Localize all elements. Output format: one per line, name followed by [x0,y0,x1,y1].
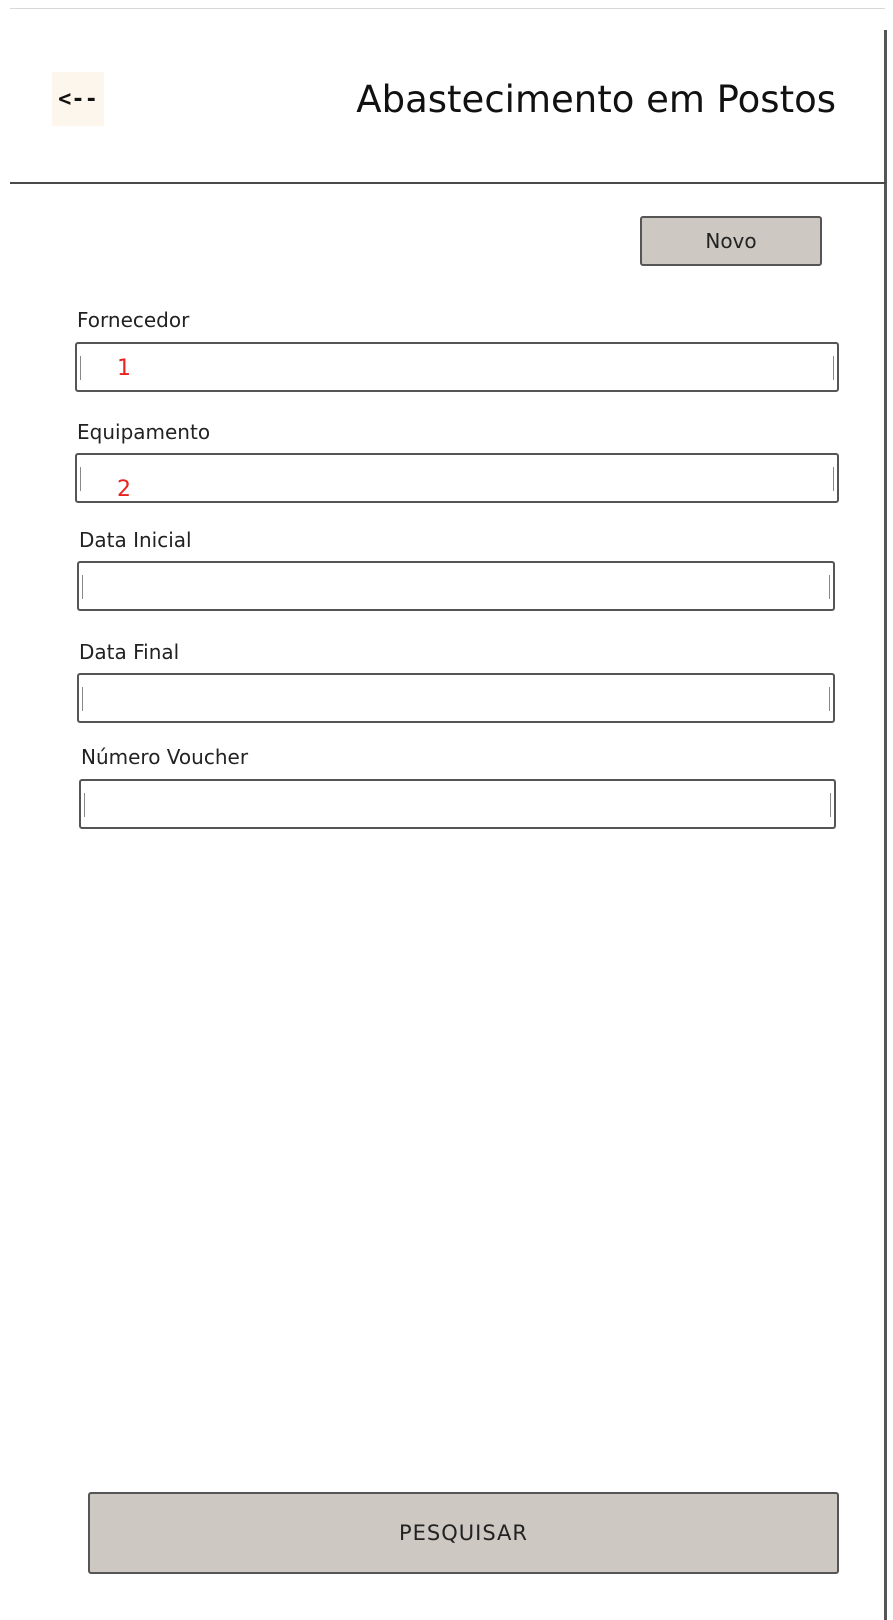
supplier-input[interactable]: 1 [75,342,839,392]
end-date-input[interactable] [77,673,835,723]
supplier-label: Fornecedor [77,308,190,332]
end-date-label: Data Final [79,640,180,664]
equipment-input[interactable]: 2 [75,453,839,503]
voucher-number-label: Número Voucher [81,745,249,769]
annotation-marker-2: 2 [117,477,131,502]
header-divider [10,182,886,184]
start-date-label: Data Inicial [79,528,192,552]
search-button[interactable]: PESQUISAR [88,1492,839,1574]
page-title: Abastecimento em Postos [356,78,836,121]
start-date-input[interactable] [77,561,835,611]
annotation-marker-1: 1 [117,356,131,381]
voucher-number-input[interactable] [79,779,836,829]
back-button[interactable]: <-- [52,72,104,126]
new-button[interactable]: Novo [640,216,822,266]
equipment-label: Equipamento [77,420,211,444]
page-right-edge [884,30,887,1620]
page-top-edge [10,8,885,9]
